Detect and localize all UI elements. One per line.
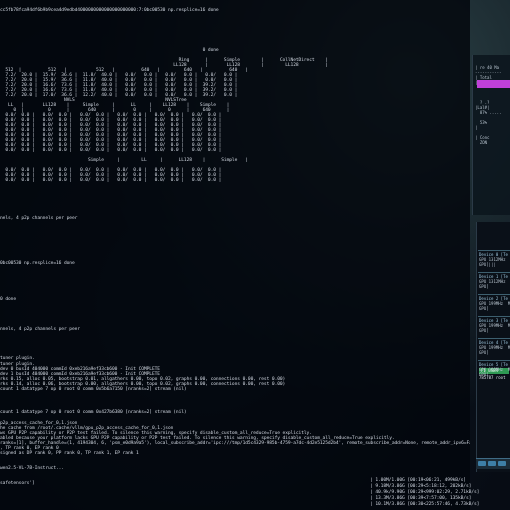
device-divider — [478, 250, 510, 251]
terminal-line: ranks=[1], buffer_handle=(1, 4194304, 6,… — [0, 441, 470, 446]
device-divider — [478, 338, 510, 339]
terminal-line: 0.0/ 0.0 | 0.0/ 0.0 | 0.0/ 0.0 | 0.0/ 0.… — [0, 148, 222, 153]
gpu-monitor-panel[interactable]: F1 USER 785787 root Device 0 [Te GPU 1312… — [476, 222, 510, 472]
monitor-tab-strip[interactable] — [476, 458, 510, 469]
terminal-line: safetensors'] — [0, 481, 35, 486]
device-l2: GPU[||| — [479, 262, 496, 267]
terminal-line: nnels, 4 p2p channels per peer — [0, 327, 80, 332]
terminal-line: count 1 datatype 7 op 0 root 0 comm 0x42… — [0, 410, 187, 415]
terminal-line: count 1 datatype 7 op 0 root 0 comm 0x5b… — [0, 387, 187, 392]
monitor-line: | — [475, 80, 478, 85]
terminal-line: cc5fb78fca94df6b9b9cea4d9edbd40000000000… — [0, 8, 219, 13]
monitor-tab[interactable] — [488, 461, 496, 466]
monitor-tab[interactable] — [498, 461, 506, 466]
device-divider — [478, 360, 510, 361]
monitor-line: ZON — [475, 140, 488, 145]
terminal-line: 0bc00530 np.resplice=16 done — [0, 261, 75, 266]
terminal-line: tuner plugin. — [0, 356, 35, 361]
terminal-line: 0 done — [0, 297, 16, 302]
device-l2: GPU[ — [479, 372, 489, 377]
right-top-monitor-panel[interactable]: | re 40 Ma ----------- | Total | ? .? |Lal#|… — [472, 55, 510, 215]
terminal-line: wen2.5-VL-7B-Instruct... — [0, 466, 64, 471]
progress-line: | 1.00M/1.00G [00:19<06:21, 499kB/s] — [370, 478, 466, 483]
progress-line: | 40.9k/9.90G [00:29<999:02:29, 2.71kB/s… — [370, 490, 480, 495]
device-l2: GPU[ — [479, 328, 489, 333]
monitor-line: | Total — [475, 75, 492, 80]
terminal-line: Simple | LL | LL128 | Simple | — [0, 158, 248, 163]
terminal-line: 0.0/ 0.0 | 0.0/ 0.0 | 0.0/ 0.0 | 0.0/ 0.… — [0, 178, 222, 183]
device-l2: GPU[ — [479, 284, 489, 289]
terminal-line: signed as DP rank 0, PP rank 0, TP rank … — [0, 451, 139, 456]
purple-status-bar — [477, 80, 510, 88]
monitor-tab[interactable] — [478, 461, 486, 466]
progress-line: | 9.18M/3.86G [00:29<5:18:12, 202kB/s] — [370, 484, 472, 489]
device-divider — [478, 294, 510, 295]
monitor-line: | — [475, 125, 478, 130]
device-divider — [478, 316, 510, 317]
progress-line: | 10.1M/3.86G [00:30<225:57:46, 4.73kB/s… — [370, 502, 480, 507]
terminal-line: nels, 4 p2p channels per peer — [0, 216, 78, 221]
monitor-line: 87% ..... — [475, 110, 502, 115]
device-l2: GPU[ — [479, 350, 489, 355]
progress-line: | 13.3M/3.86G [00:39<7:57:00, 135kB/s] — [370, 496, 472, 501]
download-progress-block: | 1.00M/1.00G [00:19<06:21, 499kB/s] | 9.… — [370, 478, 510, 510]
device-divider — [478, 272, 510, 273]
device-l2: GPU[ — [479, 306, 489, 311]
terminal-line: 0 done — [0, 48, 219, 53]
main-terminal[interactable]: cc5fb78fca94df6b9b9cea4d9edbd40000000000… — [0, 0, 470, 510]
